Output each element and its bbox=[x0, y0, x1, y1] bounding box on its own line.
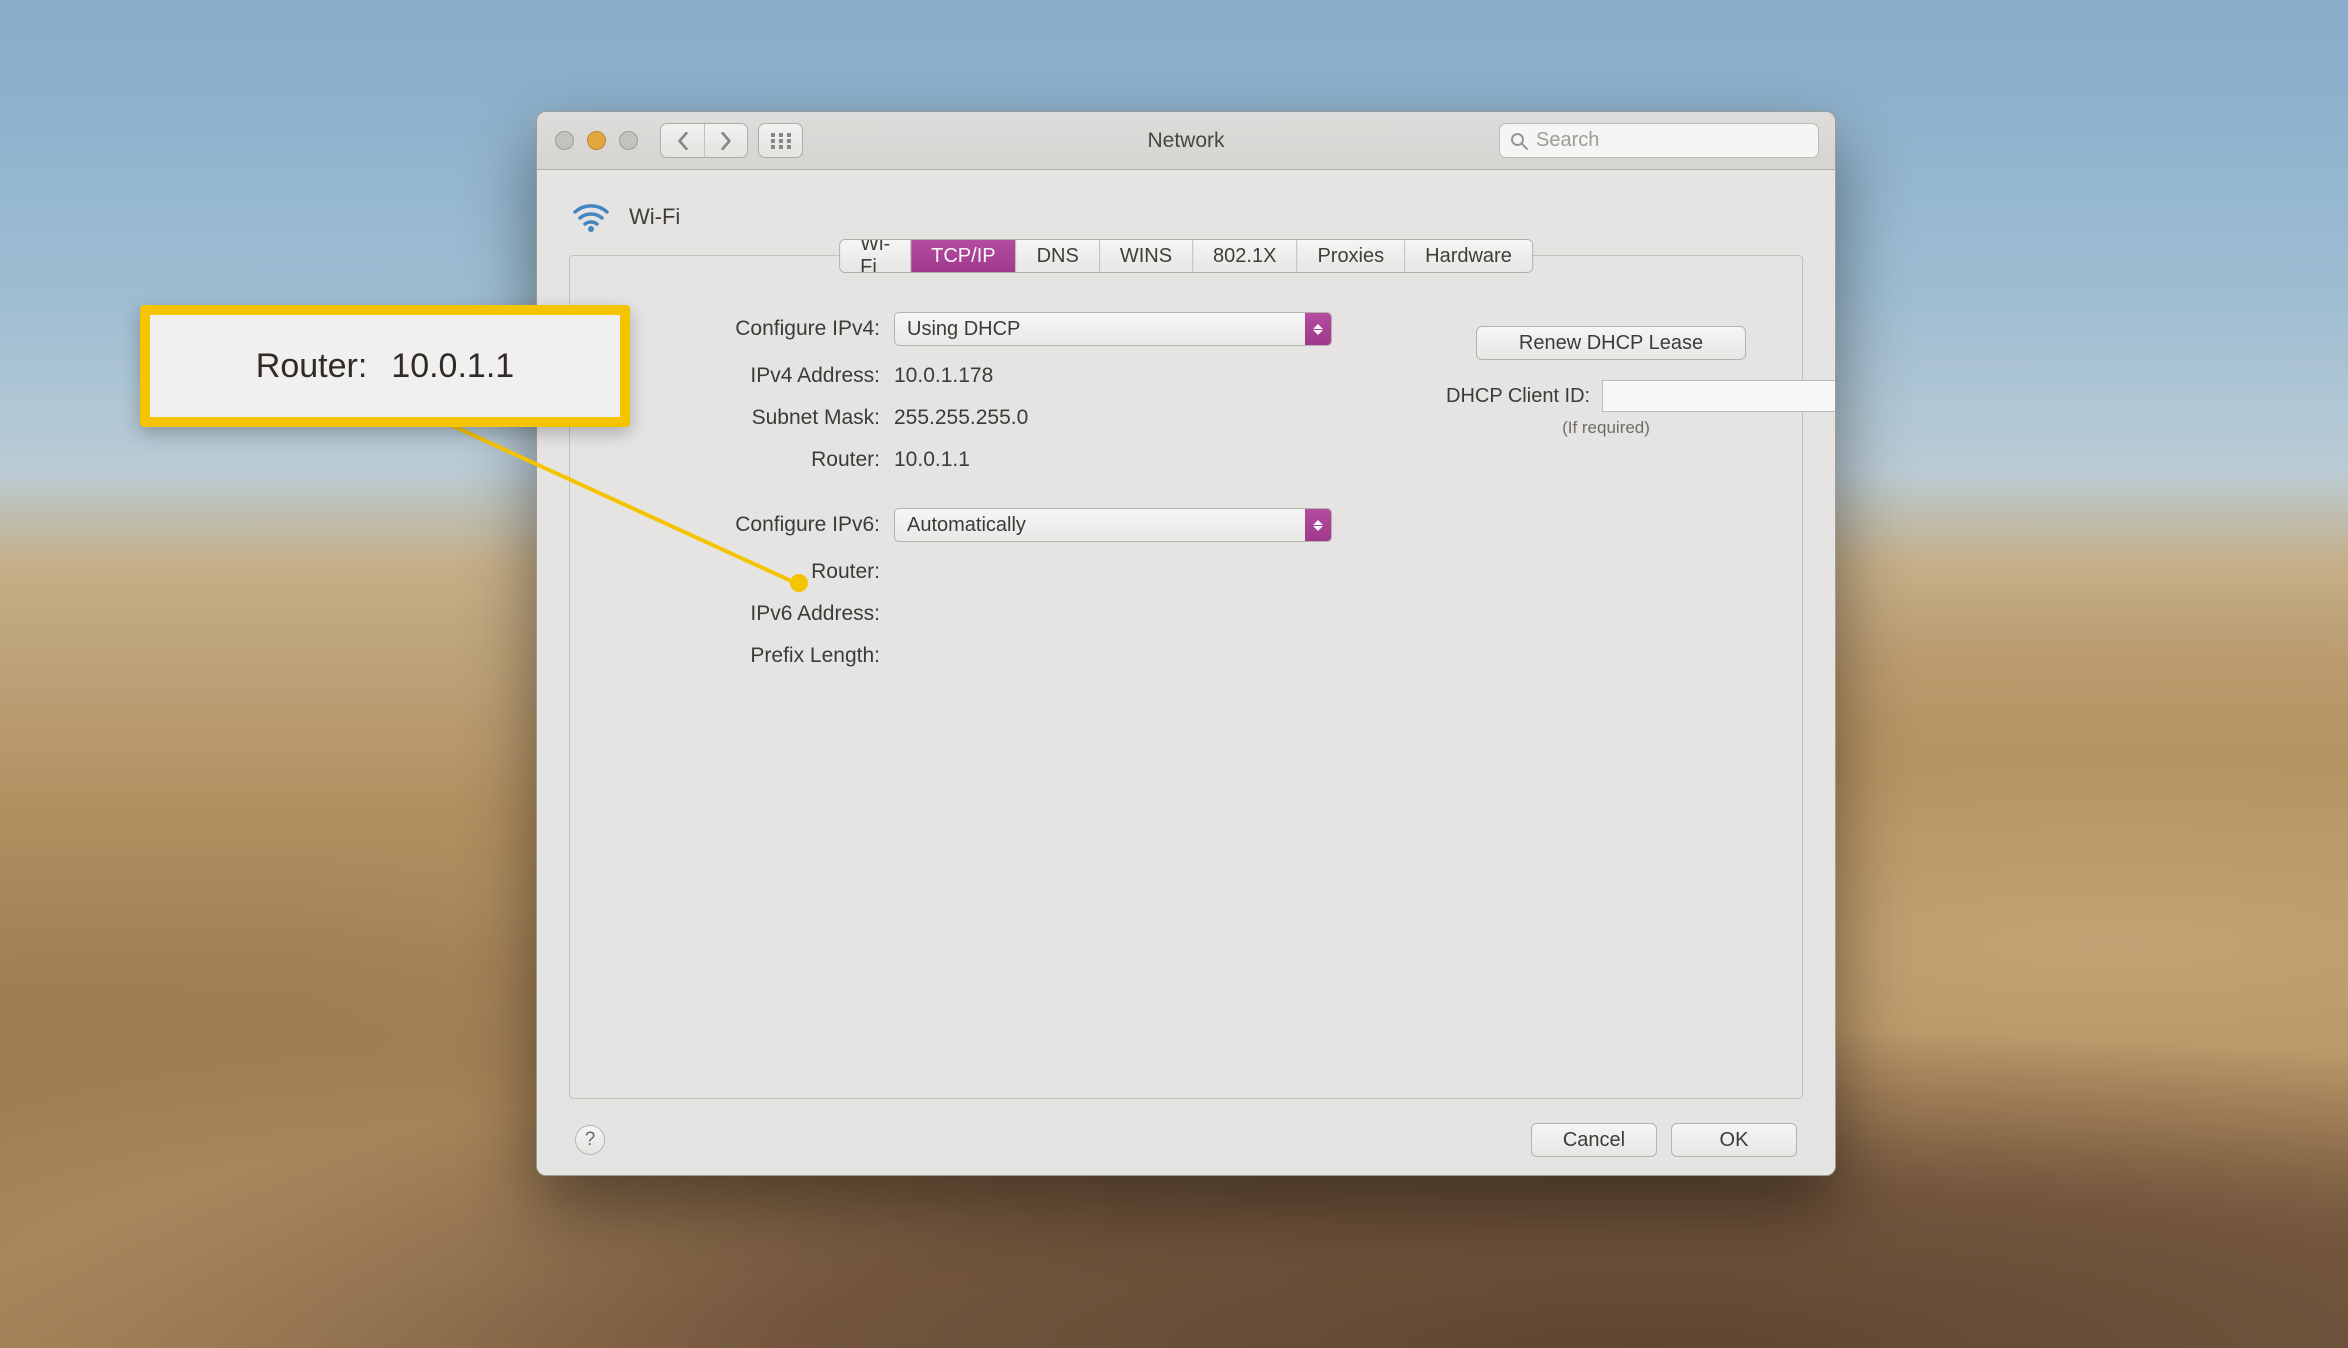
dhcp-client-id-label: DHCP Client ID: bbox=[1446, 385, 1590, 408]
show-all-segment bbox=[758, 123, 803, 158]
ipv4-address-label: IPv4 Address: bbox=[604, 364, 894, 388]
chevron-right-icon bbox=[719, 132, 733, 150]
router-callout: Router: 10.0.1.1 bbox=[140, 305, 630, 427]
interface-name: Wi-Fi bbox=[629, 204, 680, 230]
configure-ipv6-value: Automatically bbox=[907, 514, 1026, 537]
minimize-traffic-light[interactable] bbox=[587, 131, 606, 150]
tab-wins[interactable]: WINS bbox=[1099, 240, 1192, 272]
zoom-traffic-light[interactable] bbox=[619, 131, 638, 150]
callout-label: Router: bbox=[256, 347, 368, 386]
close-traffic-light[interactable] bbox=[555, 131, 574, 150]
titlebar: Network bbox=[537, 112, 1835, 170]
dhcp-side-column: Renew DHCP Lease DHCP Client ID: (If req… bbox=[1446, 326, 1766, 438]
window-content: Wi-Fi Wi-Fi TCP/IP DNS WINS 802.1X Proxi… bbox=[537, 170, 1835, 1175]
tab-tcpip[interactable]: TCP/IP bbox=[910, 240, 1015, 272]
interface-header: Wi-Fi bbox=[569, 192, 1803, 241]
wifi-icon bbox=[569, 192, 613, 241]
ipv4-router-value: 10.0.1.1 bbox=[894, 448, 970, 472]
prefix-length-label: Prefix Length: bbox=[604, 644, 894, 668]
tab-wifi[interactable]: Wi-Fi bbox=[840, 240, 910, 272]
callout-value: 10.0.1.1 bbox=[391, 347, 514, 386]
back-button[interactable] bbox=[661, 124, 704, 157]
search-input[interactable] bbox=[1536, 129, 1808, 152]
chevron-left-icon bbox=[676, 132, 690, 150]
dhcp-if-required-note: (If required) bbox=[1446, 418, 1766, 438]
configure-ipv4-label: Configure IPv4: bbox=[604, 317, 894, 341]
settings-panel: Wi-Fi TCP/IP DNS WINS 802.1X Proxies Har… bbox=[569, 255, 1803, 1099]
annotation-line bbox=[430, 410, 850, 610]
ok-button[interactable]: OK bbox=[1671, 1123, 1797, 1157]
network-preferences-window: Network Wi-Fi Wi-Fi TCP/IP DNS WINS 802.… bbox=[536, 111, 1836, 1176]
cancel-button[interactable]: Cancel bbox=[1531, 1123, 1657, 1157]
tab-hardware[interactable]: Hardware bbox=[1404, 240, 1532, 272]
configure-ipv6-select[interactable]: Automatically bbox=[894, 508, 1332, 542]
help-button[interactable]: ? bbox=[575, 1125, 605, 1155]
search-icon bbox=[1510, 132, 1528, 150]
search-field-wrap[interactable] bbox=[1499, 123, 1819, 158]
tab-dns[interactable]: DNS bbox=[1016, 240, 1099, 272]
window-controls bbox=[555, 131, 638, 150]
forward-button[interactable] bbox=[704, 124, 747, 157]
select-caret-icon bbox=[1305, 313, 1331, 345]
ipv4-address-value: 10.0.1.178 bbox=[894, 364, 993, 388]
show-all-button[interactable] bbox=[759, 124, 802, 157]
select-caret-icon bbox=[1305, 509, 1331, 541]
sheet-footer: ? Cancel OK bbox=[569, 1109, 1803, 1157]
dhcp-client-id-input[interactable] bbox=[1602, 380, 1836, 412]
tab-8021x[interactable]: 802.1X bbox=[1192, 240, 1296, 272]
nav-back-forward bbox=[660, 123, 748, 158]
configure-ipv4-select[interactable]: Using DHCP bbox=[894, 312, 1332, 346]
tab-bar: Wi-Fi TCP/IP DNS WINS 802.1X Proxies Har… bbox=[839, 239, 1533, 273]
grid-icon bbox=[771, 133, 791, 149]
annotation-dot bbox=[790, 574, 808, 592]
renew-dhcp-button[interactable]: Renew DHCP Lease bbox=[1476, 326, 1746, 360]
subnet-mask-value: 255.255.255.0 bbox=[894, 406, 1028, 430]
tab-proxies[interactable]: Proxies bbox=[1296, 240, 1404, 272]
configure-ipv4-value: Using DHCP bbox=[907, 318, 1020, 341]
